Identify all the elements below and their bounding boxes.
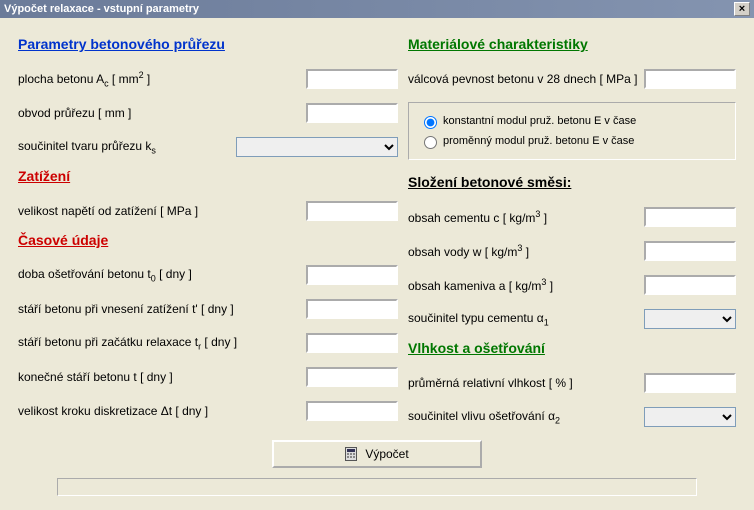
- perimeter-input[interactable]: [306, 103, 398, 123]
- modulus-const-radio[interactable]: [424, 116, 437, 129]
- step-input[interactable]: [306, 401, 398, 421]
- status-bar: [57, 478, 697, 496]
- age-relax-label: stáří betonu při začátku relaxace tr [ d…: [18, 335, 306, 351]
- care-coef-select[interactable]: [644, 407, 736, 427]
- care-coef-label: součinitel vlivu ošetřování α2: [408, 409, 644, 425]
- window-title: Výpočet relaxace - vstupní parametry: [4, 0, 199, 18]
- cement-label: obsah cementu c [ kg/m3 ]: [408, 209, 644, 225]
- age-end-input[interactable]: [306, 367, 398, 387]
- fck-label: válcová pevnost betonu v 28 dnech [ MPa …: [408, 72, 644, 86]
- shape-coef-label: součinitel tvaru průřezu ks: [18, 139, 236, 155]
- section-time: Časové údaje: [18, 232, 398, 248]
- age-relax-input[interactable]: [306, 333, 398, 353]
- cement-type-select[interactable]: [644, 309, 736, 329]
- section-load: Zatížení: [18, 168, 398, 184]
- section-cross-section: Parametry betonového průřezu: [18, 36, 398, 52]
- close-icon[interactable]: ×: [734, 2, 750, 16]
- titlebar: Výpočet relaxace - vstupní parametry ×: [0, 0, 754, 18]
- aggregate-label: obsah kameniva a [ kg/m3 ]: [408, 277, 644, 293]
- area-input[interactable]: [306, 69, 398, 89]
- stress-input[interactable]: [306, 201, 398, 221]
- compute-button[interactable]: Výpočet: [272, 440, 482, 468]
- aggregate-input[interactable]: [644, 275, 736, 295]
- step-label: velikost kroku diskretizace Δt [ dny ]: [18, 404, 306, 418]
- area-label: plocha betonu Ac [ mm2 ]: [18, 70, 306, 88]
- water-label: obsah vody w [ kg/m3 ]: [408, 243, 644, 259]
- section-material: Materiálové charakteristiky: [408, 36, 736, 52]
- water-input[interactable]: [644, 241, 736, 261]
- fck-input[interactable]: [644, 69, 736, 89]
- age-load-input[interactable]: [306, 299, 398, 319]
- modulus-var-radio[interactable]: [424, 136, 437, 149]
- cure-input[interactable]: [306, 265, 398, 285]
- shape-coef-select[interactable]: [236, 137, 398, 157]
- section-humidity: Vlhkost a ošetřování: [408, 340, 736, 356]
- perimeter-label: obvod průřezu [ mm ]: [18, 106, 306, 120]
- stress-label: velikost napětí od zatížení [ MPa ]: [18, 204, 306, 218]
- modulus-var-option[interactable]: proměnný modul pruž. betonu E v čase: [419, 133, 725, 149]
- modulus-const-option[interactable]: konstantní modul pruž. betonu E v čase: [419, 113, 725, 129]
- rh-input[interactable]: [644, 373, 736, 393]
- calculator-icon: [345, 447, 357, 461]
- rh-label: průměrná relativní vlhkost [ % ]: [408, 376, 644, 390]
- cement-input[interactable]: [644, 207, 736, 227]
- modulus-group: konstantní modul pruž. betonu E v čase p…: [408, 102, 736, 160]
- age-load-label: stáří betonu při vnesení zatížení t' [ d…: [18, 302, 306, 316]
- age-end-label: konečné stáří betonu t [ dny ]: [18, 370, 306, 384]
- cure-label: doba ošetřování betonu t0 [ dny ]: [18, 267, 306, 283]
- section-mix: Složení betonové směsi:: [408, 174, 736, 190]
- compute-button-label: Výpočet: [365, 447, 408, 461]
- cement-type-label: součinitel typu cementu α1: [408, 311, 644, 327]
